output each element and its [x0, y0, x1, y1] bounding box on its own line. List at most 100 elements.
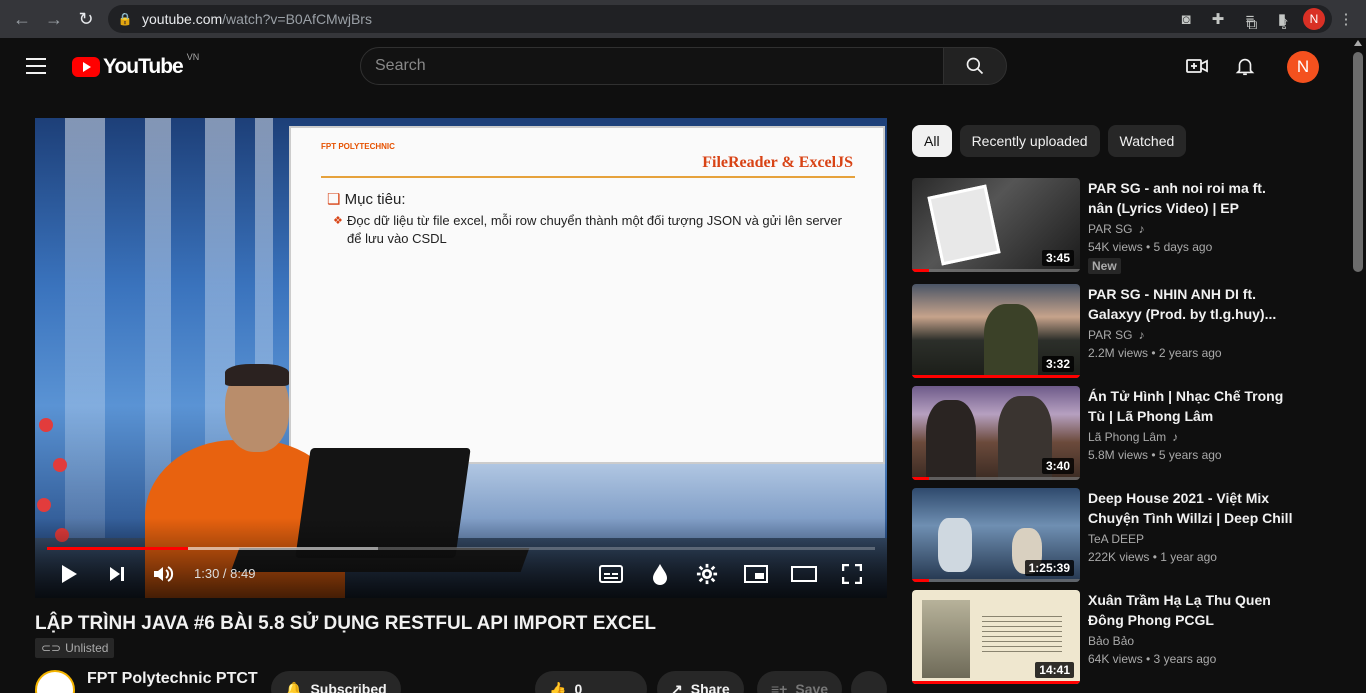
- theater-mode-button[interactable]: [786, 560, 822, 588]
- lock-icon: 🔒: [117, 12, 133, 26]
- droplet-icon: [653, 564, 667, 585]
- scrollbar-thumb[interactable]: [1353, 52, 1363, 272]
- next-button[interactable]: [99, 560, 135, 588]
- slide-objective: Mục tiêu:: [327, 190, 406, 208]
- video-player[interactable]: FPT POLYTECHNIC FileReader & ExcelJS Mục…: [35, 118, 887, 598]
- unlisted-badge: ⊂⊃ Unlisted: [35, 638, 115, 658]
- settings-button[interactable]: [689, 560, 725, 588]
- search-button[interactable]: [943, 47, 1007, 85]
- recommendation-item[interactable]: 3:40 Án Tử Hình | Nhạc Chế Trong Tù | Lã…: [912, 386, 1332, 480]
- music-note-icon: ♪: [1138, 222, 1145, 236]
- share-button[interactable]: ↗ Share: [657, 671, 744, 693]
- rec-meta: 5.8M views • 5 years ago: [1088, 448, 1222, 462]
- rec-channel[interactable]: Bảo Bảo: [1088, 634, 1134, 648]
- duration-badge: 3:45: [1041, 250, 1074, 266]
- page-scrollbar[interactable]: [1350, 38, 1366, 693]
- rec-title[interactable]: Deep House 2021 - Việt Mix Chuyện Tình W…: [1088, 488, 1293, 528]
- link-icon: ⊂⊃: [41, 641, 62, 655]
- back-arrow-icon[interactable]: ←: [6, 3, 38, 35]
- rec-channel[interactable]: TeA DEEP: [1088, 532, 1144, 546]
- account-avatar[interactable]: N: [1287, 51, 1319, 83]
- channel-name[interactable]: FPT Polytechnic PTCT: [87, 670, 258, 688]
- rec-meta: 54K views • 5 days ago: [1088, 240, 1213, 254]
- chip-recently-uploaded[interactable]: Recently uploaded: [959, 125, 1100, 157]
- search-box[interactable]: [360, 47, 944, 85]
- play-button[interactable]: [51, 560, 87, 588]
- watch-progress: [912, 269, 929, 272]
- search-input[interactable]: [375, 57, 943, 75]
- extensions-puzzle-icon[interactable]: ✚: [1202, 5, 1234, 33]
- rec-channel[interactable]: Lã Phong Lâm ♪: [1088, 430, 1178, 444]
- rec-title[interactable]: PAR SG - NHIN ANH DI ft. Galaxyy (Prod. …: [1088, 284, 1293, 324]
- slide-brand: FPT POLYTECHNIC: [321, 142, 395, 151]
- country-code: VN: [186, 52, 200, 62]
- new-badge: New: [1088, 258, 1121, 274]
- music-note-icon: ♪: [1172, 430, 1179, 444]
- video-thumbnail[interactable]: 3:40: [912, 386, 1080, 480]
- ambient-mode-button[interactable]: [642, 560, 678, 588]
- recommendation-item[interactable]: 1:25:39 Deep House 2021 - Việt Mix Chuyệ…: [912, 488, 1332, 582]
- recommendation-item[interactable]: 3:45 PAR SG - anh noi roi ma ft. nân (Ly…: [912, 178, 1332, 274]
- chip-watched[interactable]: Watched: [1107, 125, 1187, 157]
- rec-title[interactable]: Án Tử Hình | Nhạc Chế Trong Tù | Lã Phon…: [1088, 386, 1293, 426]
- slide-title: FileReader & ExcelJS: [702, 154, 853, 171]
- duration-badge: 14:41: [1035, 662, 1074, 678]
- video-title: LẬP TRÌNH JAVA #6 BÀI 5.8 SỬ DỤNG RESTFU…: [35, 613, 657, 634]
- volume-button[interactable]: [145, 560, 181, 588]
- rec-channel[interactable]: PAR SG ♪: [1088, 328, 1144, 342]
- forward-arrow-icon[interactable]: →: [38, 3, 70, 35]
- rec-meta: 222K views • 1 year ago: [1088, 550, 1217, 564]
- browser-toolbar: ← → ↻ 🔒 youtube.com/watch?v=B0AfCMwjBrs …: [0, 0, 1366, 38]
- profile-avatar[interactable]: N: [1298, 5, 1330, 33]
- like-button[interactable]: 👍 0: [535, 671, 647, 693]
- media-queue-icon[interactable]: ≡: [1234, 5, 1266, 33]
- channel-avatar[interactable]: [35, 670, 75, 693]
- side-panel-icon[interactable]: ▮: [1266, 5, 1298, 33]
- chip-all[interactable]: All: [912, 125, 952, 157]
- chrome-menu-icon[interactable]: ⋮: [1330, 5, 1362, 33]
- subscribe-button[interactable]: 🔔 Subscribed: [271, 671, 401, 693]
- hamburger-menu-icon[interactable]: [26, 58, 46, 74]
- volume-icon: [154, 566, 174, 582]
- music-note-icon: ♪: [1138, 328, 1145, 342]
- watch-progress: [912, 579, 929, 582]
- progress-bar[interactable]: [47, 547, 875, 550]
- address-bar[interactable]: 🔒 youtube.com/watch?v=B0AfCMwjBrs ⧉ ⇪ ★: [108, 5, 1332, 33]
- camera-icon[interactable]: ◙: [1170, 5, 1202, 33]
- video-thumbnail[interactable]: 3:32: [912, 284, 1080, 378]
- video-thumbnail[interactable]: 3:45: [912, 178, 1080, 272]
- youtube-logo[interactable]: YouTube VN: [72, 52, 200, 79]
- channel-row: FPT Polytechnic PTCT 🔔 Subscribed 👍 0 ↗ Sha…: [35, 668, 887, 693]
- filter-chips: All Recently uploaded Watched: [912, 125, 1187, 157]
- duration-badge: 3:32: [1041, 356, 1074, 372]
- share-arrow-icon: ↗: [671, 680, 683, 693]
- notifications-bell-icon[interactable]: [1233, 54, 1257, 78]
- duration-badge: 1:25:39: [1024, 560, 1074, 576]
- video-thumbnail[interactable]: 14:41: [912, 590, 1080, 684]
- save-list-icon: ≡+: [771, 681, 788, 693]
- youtube-header: YouTube VN N: [0, 38, 1350, 94]
- url-text: youtube.com/watch?v=B0AfCMwjBrs: [142, 11, 372, 27]
- recommendation-item[interactable]: 14:41 Xuân Trầm Hạ Lạ Thu Quen Đông Phon…: [912, 590, 1332, 684]
- watch-progress: [912, 375, 1080, 378]
- search-icon: [966, 57, 984, 75]
- miniplayer-button[interactable]: [738, 560, 774, 588]
- rec-title[interactable]: Xuân Trầm Hạ Lạ Thu Quen Đông Phong PCGL: [1088, 590, 1293, 630]
- save-button[interactable]: ≡+ Save: [757, 671, 843, 693]
- rec-title[interactable]: PAR SG - anh noi roi ma ft. nân (Lyrics …: [1088, 178, 1293, 218]
- subtitles-button[interactable]: [593, 560, 629, 588]
- watch-progress: [912, 681, 1080, 684]
- video-thumbnail[interactable]: 1:25:39: [912, 488, 1080, 582]
- more-actions-button[interactable]: [851, 671, 887, 693]
- reload-icon[interactable]: ↻: [70, 3, 102, 35]
- rec-meta: 64K views • 3 years ago: [1088, 652, 1217, 666]
- recommendation-item[interactable]: 3:32 PAR SG - NHIN ANH DI ft. Galaxyy (P…: [912, 284, 1332, 378]
- miniplayer-icon: [744, 565, 768, 583]
- presentation-slide: FPT POLYTECHNIC FileReader & ExcelJS Mục…: [289, 126, 885, 464]
- subtitles-icon: [599, 565, 623, 583]
- duration-badge: 3:40: [1041, 458, 1074, 474]
- rec-channel[interactable]: PAR SG ♪: [1088, 222, 1144, 236]
- scroll-up-arrow-icon[interactable]: [1354, 40, 1362, 46]
- create-video-icon[interactable]: [1185, 54, 1209, 78]
- fullscreen-button[interactable]: [834, 560, 870, 588]
